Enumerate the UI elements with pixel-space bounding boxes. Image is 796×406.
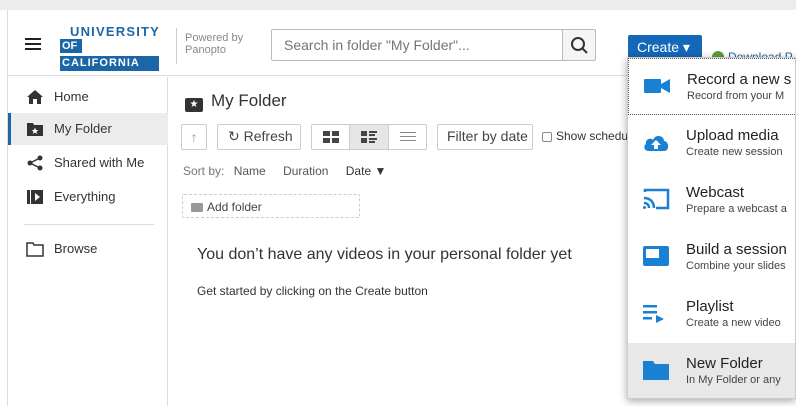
menu-item-title: Record a new s xyxy=(687,71,792,88)
search-button[interactable] xyxy=(562,29,596,61)
menu-item-title: New Folder xyxy=(686,355,763,372)
sidebar: Home My Folder Shared with Me Everything… xyxy=(8,77,168,406)
share-icon xyxy=(27,155,43,171)
sidebar-item-label: Everything xyxy=(54,189,116,204)
logo-line-1: UNIVERSITY xyxy=(70,24,161,39)
menu-item-title: Upload media xyxy=(686,127,779,144)
powered-by-label: Powered by Panopto xyxy=(185,32,244,56)
add-folder-label: Add folder xyxy=(207,200,262,214)
empty-state-message: You don’t have any videos in your person… xyxy=(197,246,572,263)
arrow-up-icon: ↑ xyxy=(190,129,198,145)
menu-item-new-folder[interactable]: New Folder In My Folder or any xyxy=(628,343,795,398)
menu-item-title: Playlist xyxy=(686,298,734,315)
page-title-text: My Folder xyxy=(211,91,287,110)
sidebar-item-my-folder[interactable]: My Folder xyxy=(8,113,168,145)
star-folder-icon xyxy=(27,123,43,136)
main-content: ★ My Folder ↑ ↻ Refresh Filter by date Sh… xyxy=(169,77,629,406)
star-folder-icon: ★ xyxy=(185,98,203,112)
sidebar-item-label: My Folder xyxy=(54,121,112,136)
folder-icon xyxy=(26,242,44,257)
menu-item-upload[interactable]: Upload media Create new session xyxy=(628,115,795,172)
menu-item-playlist[interactable]: Playlist Create a new video xyxy=(628,286,795,343)
slides-icon xyxy=(643,246,669,266)
logo-line-3: CALIFORNIA xyxy=(60,56,159,71)
menu-item-desc: Create a new video xyxy=(686,317,781,329)
sidebar-item-browse[interactable]: Browse xyxy=(8,233,168,265)
empty-state-hint: Get started by clicking on the Create bu… xyxy=(197,284,428,298)
show-scheduled-label: Show schedu xyxy=(556,129,629,143)
show-scheduled-checkbox[interactable] xyxy=(542,132,552,142)
sidebar-item-shared[interactable]: Shared with Me xyxy=(8,147,168,179)
page-title: ★ My Folder xyxy=(185,91,287,112)
refresh-button[interactable]: ↻ Refresh xyxy=(217,124,301,150)
menu-item-desc: Combine your slides xyxy=(686,260,786,272)
cloud-upload-icon xyxy=(644,135,669,151)
add-folder-button[interactable]: Add folder xyxy=(182,194,360,218)
university-logo[interactable]: UNIVERSITY OF CALIFORNIA xyxy=(60,24,167,72)
create-menu: Record a new s Record from your M Upload… xyxy=(627,57,796,399)
menu-item-desc: Record from your M xyxy=(687,90,785,102)
detail-view-button[interactable] xyxy=(350,125,389,149)
menu-item-desc: In My Folder or any xyxy=(686,374,781,386)
menu-item-webcast[interactable]: Webcast Prepare a webcast a xyxy=(628,172,795,229)
sidebar-item-home[interactable]: Home xyxy=(8,81,168,113)
menu-item-title: Webcast xyxy=(686,184,745,201)
grid-icon xyxy=(323,131,339,143)
menu-item-title: Build a session xyxy=(686,241,787,258)
add-folder-icon xyxy=(191,203,203,212)
up-folder-button[interactable]: ↑ xyxy=(181,124,207,150)
menu-item-build-session[interactable]: Build a session Combine your slides xyxy=(628,229,795,286)
logo-line-2: OF xyxy=(60,39,82,53)
sort-by-duration[interactable]: Duration xyxy=(283,164,328,178)
list-view-button[interactable] xyxy=(389,125,426,149)
header-divider xyxy=(176,28,177,64)
menu-item-desc: Create new session xyxy=(686,146,783,158)
top-strip xyxy=(0,0,796,10)
cast-icon xyxy=(643,188,670,210)
sidebar-item-everything[interactable]: Everything xyxy=(8,181,168,213)
view-toggle-group xyxy=(311,124,427,150)
folder-icon xyxy=(643,361,669,380)
playlist-icon xyxy=(643,305,664,323)
sort-bar: Sort by: Name Duration Date ▼ xyxy=(183,164,400,178)
detail-list-icon xyxy=(361,131,378,143)
sidebar-item-label: Home xyxy=(54,89,89,104)
left-edge xyxy=(0,10,8,406)
refresh-icon: ↻ xyxy=(228,128,240,144)
tile-view-button[interactable] xyxy=(312,125,351,149)
search-input[interactable] xyxy=(271,29,563,61)
sidebar-item-label: Shared with Me xyxy=(54,155,145,170)
sort-by-name[interactable]: Name xyxy=(234,164,266,178)
play-icon xyxy=(27,190,43,204)
refresh-label: Refresh xyxy=(243,128,293,144)
menu-item-desc: Prepare a webcast a xyxy=(686,203,787,215)
video-camera-icon xyxy=(644,79,670,93)
sidebar-divider xyxy=(24,224,154,225)
sort-by-date[interactable]: Date ▼ xyxy=(346,164,387,178)
menu-icon[interactable] xyxy=(25,38,41,50)
home-icon xyxy=(27,90,43,104)
filter-by-date-button[interactable]: Filter by date xyxy=(437,124,533,150)
menu-item-record[interactable]: Record a new s Record from your M xyxy=(628,58,795,115)
sidebar-item-label: Browse xyxy=(54,241,98,256)
sort-label: Sort by: xyxy=(183,164,225,178)
search-icon xyxy=(571,37,588,54)
list-icon xyxy=(399,132,416,142)
